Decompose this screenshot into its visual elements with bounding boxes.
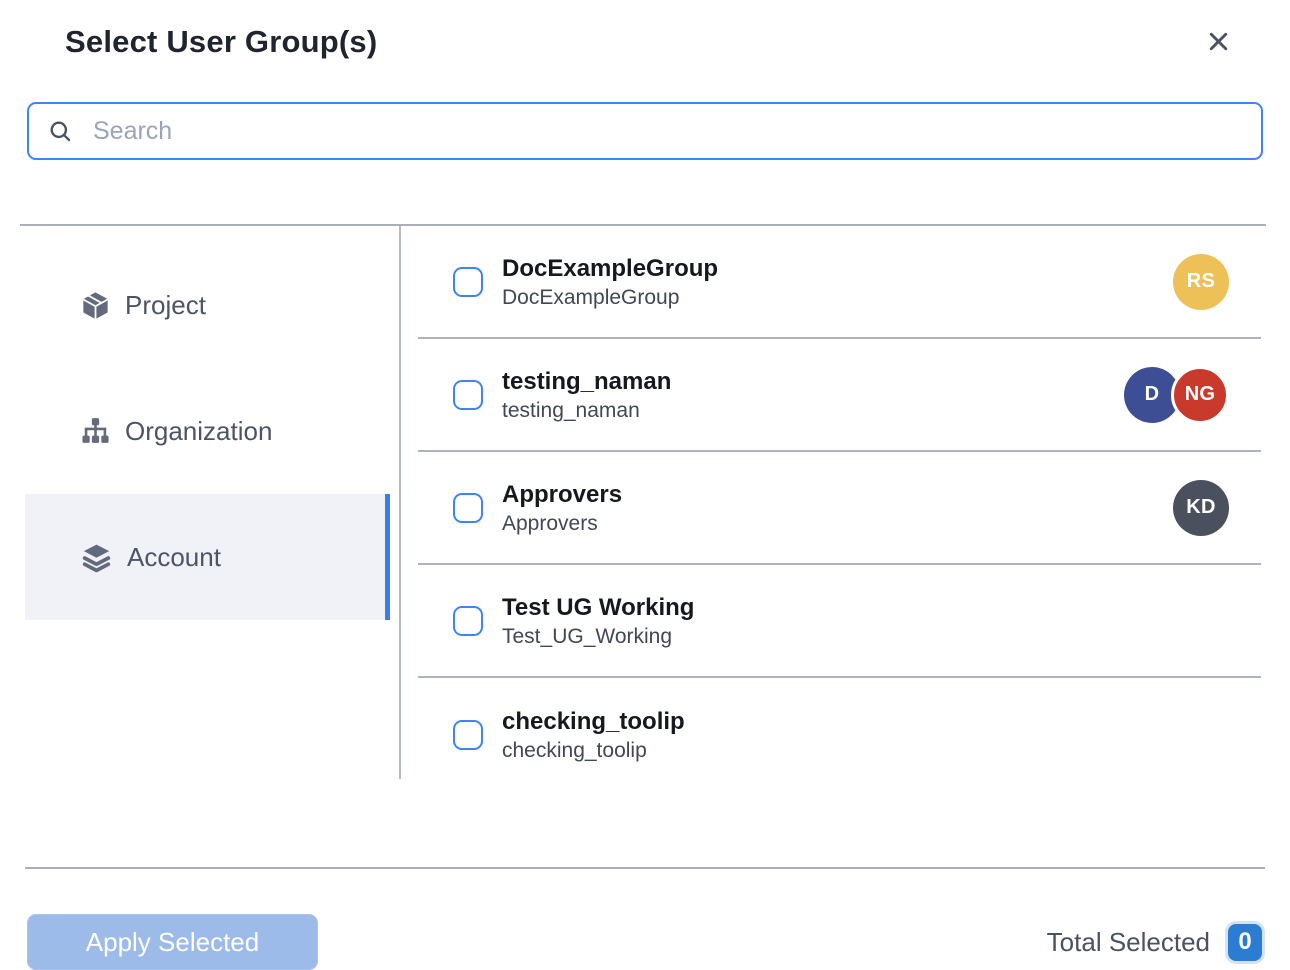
group-checkbox[interactable] — [453, 720, 483, 750]
apply-selected-button[interactable]: Apply Selected — [27, 914, 318, 970]
group-text: Test UG WorkingTest_UG_Working — [502, 592, 1229, 650]
group-checkbox[interactable] — [453, 267, 483, 297]
group-checkbox[interactable] — [453, 493, 483, 523]
group-row: ApproversApproversKD — [418, 452, 1261, 565]
total-selected-count-badge: 0 — [1228, 924, 1262, 961]
group-row: DocExampleGroupDocExampleGroupRS — [418, 226, 1261, 339]
sidebar-tab-label: Project — [125, 290, 206, 321]
close-icon[interactable] — [1205, 28, 1232, 55]
layers-icon — [80, 541, 113, 574]
org-chart-icon — [80, 416, 111, 447]
group-row: Test UG WorkingTest_UG_Working — [418, 565, 1261, 678]
group-row: testing_namantesting_namanDNG — [418, 339, 1261, 452]
search-box — [27, 102, 1263, 160]
total-selected-label: Total Selected — [1047, 927, 1210, 958]
avatar: KD — [1173, 480, 1229, 536]
group-subtitle: checking_toolip — [502, 737, 1229, 764]
group-text: DocExampleGroupDocExampleGroup — [502, 253, 1173, 311]
group-title: checking_toolip — [502, 706, 1229, 737]
group-text: ApproversApprovers — [502, 479, 1173, 537]
group-row: checking_toolipchecking_toolip — [418, 678, 1261, 791]
sidebar-tab-label: Organization — [125, 416, 272, 447]
sidebar-tab-label: Account — [127, 542, 221, 573]
group-title: DocExampleGroup — [502, 253, 1173, 284]
select-user-groups-modal: Select User Group(s) Project Organization… — [0, 0, 1290, 970]
group-text: checking_toolipchecking_toolip — [502, 706, 1229, 764]
sidebar-tabs: Project Organization Account — [25, 226, 390, 620]
group-title: Test UG Working — [502, 592, 1229, 623]
group-subtitle: Test_UG_Working — [502, 623, 1229, 650]
group-list: DocExampleGroupDocExampleGroupRStesting_… — [401, 226, 1290, 867]
group-checkbox[interactable] — [453, 606, 483, 636]
group-subtitle: DocExampleGroup — [502, 284, 1173, 311]
search-input[interactable] — [93, 117, 1243, 146]
group-subtitle: testing_naman — [502, 397, 1124, 424]
avatar: RS — [1173, 254, 1229, 310]
total-selected: Total Selected 0 — [1047, 924, 1262, 961]
page-title: Select User Group(s) — [65, 24, 377, 60]
avatar-stack: DNG — [1124, 366, 1229, 424]
group-title: Approvers — [502, 479, 1173, 510]
sidebar-tab-organization[interactable]: Organization — [25, 368, 390, 494]
modal-footer: Apply Selected Total Selected 0 — [0, 869, 1290, 970]
sidebar-tab-project[interactable]: Project — [25, 242, 390, 368]
cube-icon — [80, 290, 111, 321]
avatar: NG — [1171, 366, 1229, 424]
modal-body: Project Organization Account DocExampleGro… — [0, 226, 1290, 867]
avatar-stack: KD — [1173, 480, 1229, 536]
search-icon — [47, 118, 74, 145]
group-subtitle: Approvers — [502, 510, 1173, 537]
group-text: testing_namantesting_naman — [502, 366, 1124, 424]
modal-header: Select User Group(s) — [0, 0, 1290, 60]
scope-sidebar: Project Organization Account — [0, 226, 401, 779]
group-title: testing_naman — [502, 366, 1124, 397]
avatar-stack: RS — [1173, 254, 1229, 310]
group-checkbox[interactable] — [453, 380, 483, 410]
sidebar-tab-account[interactable]: Account — [25, 494, 390, 620]
